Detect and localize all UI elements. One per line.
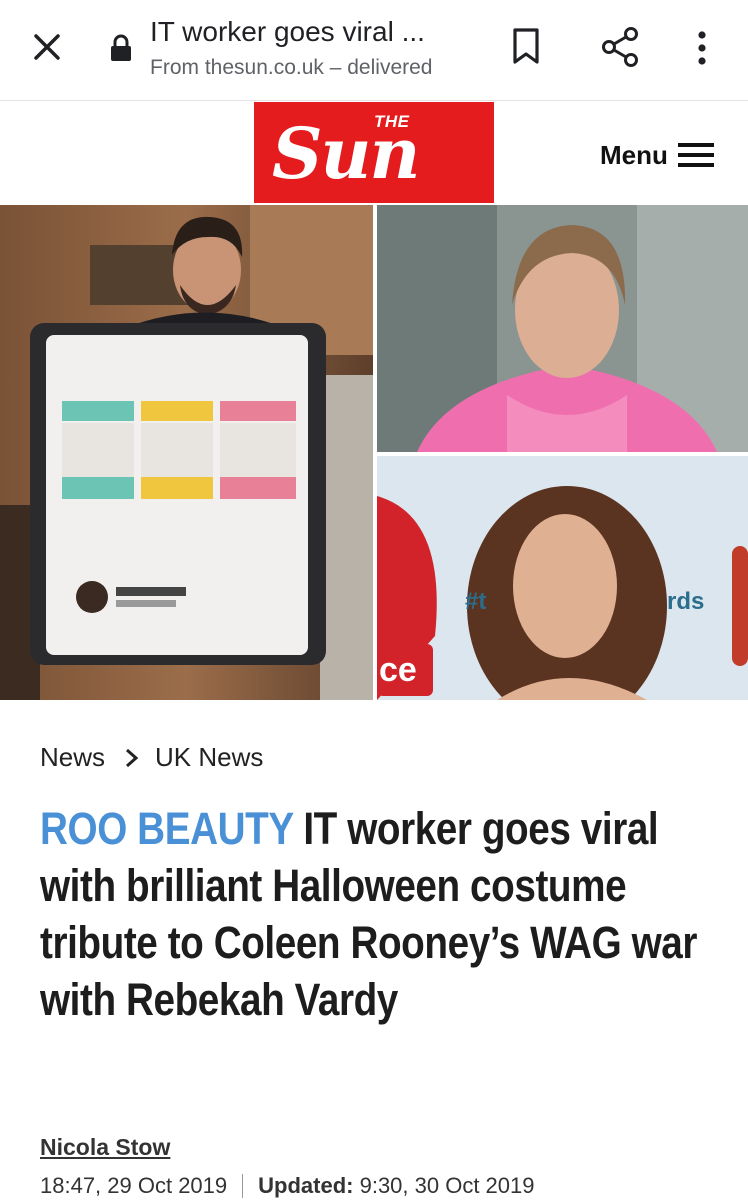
breadcrumb-uk-news[interactable]: UK News xyxy=(155,742,263,773)
published-date: 18:47, 29 Oct 2019 xyxy=(40,1173,228,1198)
share-icon[interactable] xyxy=(600,26,640,68)
banner-text-left: #t xyxy=(465,588,487,615)
article-dates: 18:47, 29 Oct 2019 Updated: 9:30, 30 Oct… xyxy=(40,1173,535,1199)
breadcrumb-news[interactable]: News xyxy=(40,742,105,773)
rebekah-vardy-photo: #t rds ce xyxy=(377,456,748,700)
bookmark-icon[interactable] xyxy=(510,26,542,66)
date-divider xyxy=(242,1174,244,1198)
chevron-right-icon xyxy=(126,748,139,767)
banner-text-right: rds xyxy=(667,588,705,615)
author-link[interactable]: Nicola Stow xyxy=(40,1134,170,1161)
lock-icon xyxy=(111,34,131,61)
updated-label: Updated: xyxy=(258,1173,354,1198)
close-icon[interactable] xyxy=(28,28,66,66)
updated-date: 9:30, 30 Oct 2019 xyxy=(359,1173,535,1198)
breadcrumb: News UK News xyxy=(40,742,263,773)
the-sun-logo[interactable]: THE Sun xyxy=(254,102,494,203)
custom-tab-toolbar: IT worker goes viral ... From thesun.co.… xyxy=(0,0,748,101)
page-title: IT worker goes viral ... xyxy=(150,16,425,47)
menu-label: Menu xyxy=(600,139,668,170)
article-headline: ROO BEAUTY IT worker goes viral with bri… xyxy=(40,800,711,1028)
hamburger-icon xyxy=(677,143,714,167)
headline-kicker: ROO BEAUTY xyxy=(40,803,294,854)
more-vert-icon[interactable] xyxy=(692,28,712,68)
halloween-costume-photo xyxy=(0,205,373,700)
page-origin: From thesun.co.uk – delivered xyxy=(150,56,433,79)
logo-sun-text: Sun xyxy=(272,112,420,195)
menu-button[interactable]: Menu xyxy=(600,135,722,175)
banner-badge-text: ce xyxy=(379,651,417,689)
coleen-rooney-photo xyxy=(377,205,748,452)
